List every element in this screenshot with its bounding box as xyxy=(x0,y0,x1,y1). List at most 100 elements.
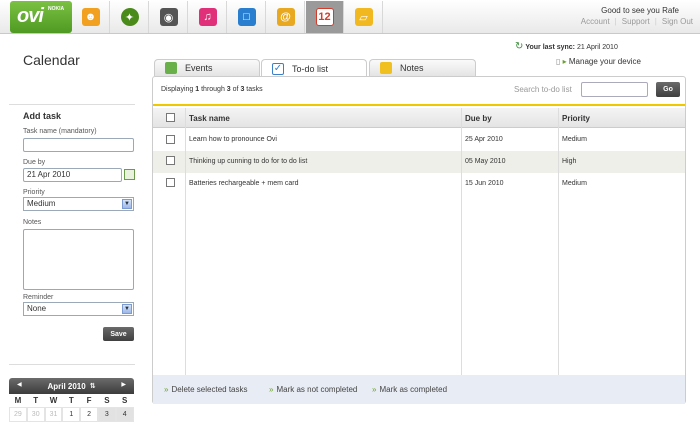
go-button[interactable]: Go xyxy=(656,82,680,97)
weekday: S xyxy=(104,396,110,405)
todo-check-icon: ✓ xyxy=(272,62,284,75)
top-bar: ovi NOKIA ☻ ✦ ◉ ♫ □ @ 12 ▱ Good to see y… xyxy=(0,0,700,34)
task-name: Learn how to pronounce Ovi xyxy=(189,136,277,143)
select-all-checkbox[interactable] xyxy=(166,113,175,122)
divider xyxy=(9,364,135,365)
tab-notes[interactable]: Notes xyxy=(369,59,476,76)
task-due: 15 Jun 2010 xyxy=(465,180,504,187)
column-divider xyxy=(461,108,462,375)
calendar-icon: 12 xyxy=(315,8,334,26)
weekday: M xyxy=(14,396,22,405)
mail-icon: @ xyxy=(276,8,295,26)
tab-notes-label: Notes xyxy=(400,63,424,73)
photos-icon: ◉ xyxy=(159,8,178,26)
page-title: Calendar xyxy=(23,52,80,68)
reminder-label: Reminder xyxy=(23,294,54,301)
notes-icon xyxy=(380,62,392,74)
manage-device-link[interactable]: Manage your device xyxy=(569,57,641,66)
files-icon: ▱ xyxy=(354,8,373,26)
tab-events-label: Events xyxy=(185,63,213,73)
weekday: T xyxy=(68,396,74,405)
calendar-day[interactable]: 29 xyxy=(9,407,27,422)
delete-selected-link[interactable]: » Delete selected tasks xyxy=(164,385,248,394)
app-tab-calendar[interactable]: 12 xyxy=(306,1,344,33)
calendar-day[interactable]: 30 xyxy=(26,407,45,422)
manage-device[interactable]: ▯ ▸ Manage your device xyxy=(556,57,641,66)
add-task-heading: Add task xyxy=(23,111,62,121)
mark-completed-link[interactable]: » Mark as completed xyxy=(372,385,447,394)
date-picker-icon[interactable] xyxy=(124,169,135,180)
calendar-day[interactable]: 4 xyxy=(115,407,134,422)
priority-value: Medium xyxy=(27,199,56,208)
search-input[interactable] xyxy=(581,82,648,97)
task-name-input[interactable] xyxy=(23,138,134,152)
music-icon: ♫ xyxy=(198,8,217,26)
table-row[interactable]: Learn how to pronounce Ovi 25 Apr 2010 M… xyxy=(153,129,685,151)
search-label: Search to-do list xyxy=(514,85,572,94)
accent-line xyxy=(153,104,685,106)
row-checkbox[interactable] xyxy=(166,178,175,187)
tab-todo[interactable]: ✓ To-do list xyxy=(261,59,367,77)
next-month-icon[interactable]: ▶ xyxy=(121,381,126,388)
sync-icon: ↻ xyxy=(515,41,524,52)
reminder-value: None xyxy=(27,304,47,313)
task-priority: Medium xyxy=(562,136,587,143)
task-priority: Medium xyxy=(562,180,587,187)
column-divider xyxy=(558,108,559,375)
app-tab-contacts[interactable]: ☻ xyxy=(72,1,110,33)
store-icon: □ xyxy=(237,8,256,26)
weekday: S xyxy=(122,396,128,405)
calendar-day[interactable]: 1 xyxy=(62,407,81,422)
due-by-label: Due by xyxy=(23,159,46,166)
sign-out-link[interactable]: Sign Out xyxy=(662,17,693,26)
app-tab-mail[interactable]: @ xyxy=(267,1,305,33)
app-tab-files[interactable]: ▱ xyxy=(345,1,383,33)
mark-completed-label: Mark as completed xyxy=(379,385,448,394)
priority-label: Priority xyxy=(23,189,45,196)
row-checkbox[interactable] xyxy=(166,156,175,165)
mark-not-completed-label: Mark as not completed xyxy=(276,385,358,394)
reminder-select[interactable]: None ▼ xyxy=(23,302,134,316)
column-divider xyxy=(185,108,186,375)
add-task-form: Add task Task name (mandatory) Due by 21… xyxy=(9,104,135,316)
day-row: 29 30 31 1 2 3 4 xyxy=(9,407,134,422)
tab-events[interactable]: Events xyxy=(154,59,260,76)
calendar-day[interactable]: 2 xyxy=(80,407,98,422)
calendar-month: April 2010 xyxy=(47,381,86,391)
save-button[interactable]: Save xyxy=(103,327,134,341)
delete-selected-label: Delete selected tasks xyxy=(171,385,248,394)
tab-todo-label: To-do list xyxy=(292,63,329,74)
notes-textarea[interactable] xyxy=(23,229,134,290)
col-priority[interactable]: Priority xyxy=(562,114,590,123)
app-tab-photos[interactable]: ◉ xyxy=(150,1,188,33)
priority-select[interactable]: Medium ▼ xyxy=(23,197,134,211)
info-text: through xyxy=(199,86,227,93)
ovi-logo[interactable]: ovi NOKIA xyxy=(10,1,72,33)
month-picker-icon[interactable]: ⇅ xyxy=(90,382,96,390)
col-due-by[interactable]: Due by xyxy=(465,114,492,123)
col-task-name[interactable]: Task name xyxy=(189,114,230,123)
app-tab-maps[interactable]: ✦ xyxy=(111,1,149,33)
table-header: Task name Due by Priority xyxy=(153,108,685,128)
mark-not-completed-link[interactable]: » Mark as not completed xyxy=(269,385,357,394)
table-row[interactable]: Batteries rechargeable + mem card 15 Jun… xyxy=(153,173,685,195)
logo-brand: NOKIA xyxy=(48,6,65,12)
task-name: Thinking up cunning to do for to do list xyxy=(189,158,308,165)
prev-month-icon[interactable]: ◀ xyxy=(17,381,22,388)
phone-icon: ▯ xyxy=(556,57,561,66)
task-name: Batteries rechargeable + mem card xyxy=(189,180,299,187)
row-checkbox[interactable] xyxy=(166,135,175,144)
due-by-input[interactable]: 21 Apr 2010 xyxy=(23,168,122,182)
account-link[interactable]: Account xyxy=(581,17,610,26)
weekday-row: M T W T F S S xyxy=(9,394,134,407)
app-tab-music[interactable]: ♫ xyxy=(189,1,227,33)
task-due: 25 Apr 2010 xyxy=(465,136,503,143)
table-row[interactable]: Thinking up cunning to do for to do list… xyxy=(153,151,685,173)
calendar-day[interactable]: 31 xyxy=(44,407,63,422)
contacts-icon: ☻ xyxy=(81,8,100,26)
support-link[interactable]: Support xyxy=(622,17,650,26)
app-tab-store[interactable]: □ xyxy=(228,1,266,33)
todo-panel: Displaying 1 through 3 of 3 tasks Search… xyxy=(152,76,686,404)
calendar-day[interactable]: 3 xyxy=(97,407,116,422)
weekday: T xyxy=(33,396,39,405)
